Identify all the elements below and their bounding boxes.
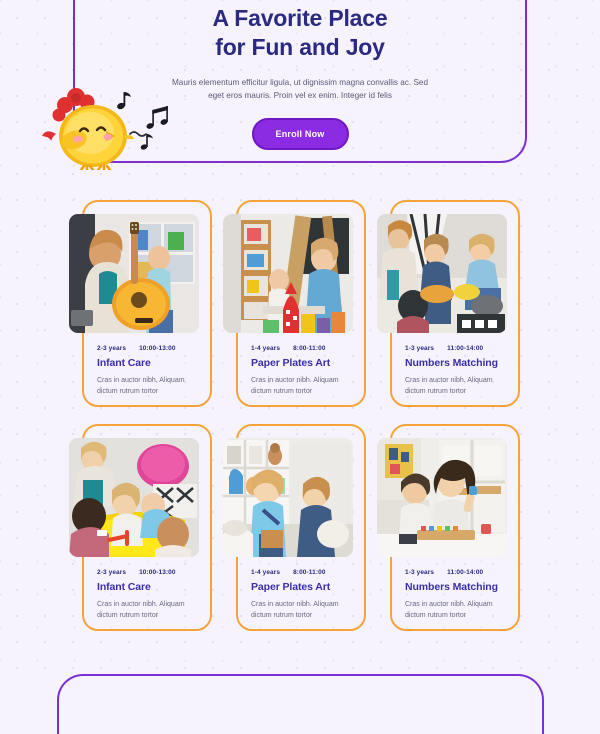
- hero-subtitle: Mauris elementum efficitur ligula, ut di…: [171, 77, 429, 101]
- hero-title-line-2: for Fun and Joy: [215, 33, 385, 60]
- program-card[interactable]: 1-4 years 8:00-11:00 Paper Plates Art Cr…: [223, 424, 366, 631]
- program-card-description: Cras in auctor nibh. Aliquam dictum rutr…: [97, 377, 185, 396]
- program-age-range: 1-3 years: [405, 569, 435, 576]
- program-card-description: Cras in auctor nibh. Aliquam dictum rutr…: [405, 377, 493, 396]
- program-time-range: 8:00-11:00: [293, 345, 326, 352]
- program-time-range: 11:00-14:00: [447, 569, 484, 576]
- program-card-meta: 2-3 years 10:00-13:00: [97, 345, 197, 352]
- hero-content: A Favorite Place for Fun and Joy Mauris …: [75, 0, 525, 163]
- program-age-range: 1-3 years: [405, 345, 435, 352]
- hero-section: A Favorite Place for Fun and Joy Mauris …: [73, 0, 527, 163]
- program-card-body: 2-3 years 10:00-13:00 Infant Care Cras i…: [84, 569, 210, 621]
- program-card-meta: 1-4 years 8:00-11:00: [251, 345, 351, 352]
- program-card-body: 1-3 years 11:00-14:00 Numbers Matching C…: [392, 569, 518, 621]
- program-time-range: 8:00-11:00: [293, 569, 326, 576]
- program-card-title[interactable]: Infant Care: [97, 581, 197, 593]
- page-title: A Favorite Place for Fun and Joy: [75, 0, 525, 62]
- program-card-grid: 2-3 years 10:00-13:00 Infant Care Cras i…: [0, 200, 600, 648]
- program-card-description: Cras in auctor nibh. Aliquam dictum rutr…: [405, 601, 493, 620]
- program-card-image: [223, 438, 353, 557]
- hero-cta-wrapper: Enroll Now: [75, 117, 525, 150]
- program-card-description: Cras in auctor nibh. Aliquam dictum rutr…: [251, 601, 339, 620]
- program-age-range: 2-3 years: [97, 345, 127, 352]
- program-time-range: 10:00-13:00: [139, 345, 176, 352]
- program-card-image: [223, 214, 353, 333]
- program-card-description: Cras in auctor nibh. Aliquam dictum rutr…: [251, 377, 339, 396]
- program-card-image: [69, 214, 199, 333]
- program-card-image: [377, 438, 507, 557]
- program-time-range: 11:00-14:00: [447, 345, 484, 352]
- program-card-body: 1-4 years 8:00-11:00 Paper Plates Art Cr…: [238, 569, 364, 621]
- program-card[interactable]: 2-3 years 10:00-13:00 Infant Care Cras i…: [69, 200, 212, 407]
- program-card[interactable]: 1-3 years 11:00-14:00 Numbers Matching C…: [377, 200, 520, 407]
- program-card-body: 1-4 years 8:00-11:00 Paper Plates Art Cr…: [238, 345, 364, 397]
- program-age-range: 2-3 years: [97, 569, 127, 576]
- program-card-meta: 2-3 years 10:00-13:00: [97, 569, 197, 576]
- program-card-meta: 1-4 years 8:00-11:00: [251, 569, 351, 576]
- next-section-frame: [57, 674, 544, 734]
- program-card-title[interactable]: Numbers Matching: [405, 357, 505, 369]
- program-card-body: 2-3 years 10:00-13:00 Infant Care Cras i…: [84, 345, 210, 397]
- hero-title-line-1: A Favorite Place: [212, 5, 388, 31]
- program-card[interactable]: 2-3 years 10:00-13:00 Infant Care Cras i…: [69, 424, 212, 631]
- program-card-title[interactable]: Numbers Matching: [405, 581, 505, 593]
- program-card-title[interactable]: Paper Plates Art: [251, 581, 351, 593]
- program-card-title[interactable]: Paper Plates Art: [251, 357, 351, 369]
- program-card-title[interactable]: Infant Care: [97, 357, 197, 369]
- program-card[interactable]: 1-3 years 11:00-14:00 Numbers Matching C…: [377, 424, 520, 631]
- program-card-image: [377, 214, 507, 333]
- program-age-range: 1-4 years: [251, 569, 281, 576]
- program-card[interactable]: 1-4 years 8:00-11:00 Paper Plates Art Cr…: [223, 200, 366, 407]
- program-card-image: [69, 438, 199, 557]
- program-card-body: 1-3 years 11:00-14:00 Numbers Matching C…: [392, 345, 518, 397]
- enroll-now-button[interactable]: Enroll Now: [251, 117, 349, 150]
- program-age-range: 1-4 years: [251, 345, 281, 352]
- program-card-meta: 1-3 years 11:00-14:00: [405, 345, 505, 352]
- card-row: 2-3 years 10:00-13:00 Infant Care Cras i…: [0, 424, 600, 631]
- program-card-description: Cras in auctor nibh. Aliquam dictum rutr…: [97, 601, 185, 620]
- program-card-meta: 1-3 years 11:00-14:00: [405, 569, 505, 576]
- card-row: 2-3 years 10:00-13:00 Infant Care Cras i…: [0, 200, 600, 407]
- program-time-range: 10:00-13:00: [139, 569, 176, 576]
